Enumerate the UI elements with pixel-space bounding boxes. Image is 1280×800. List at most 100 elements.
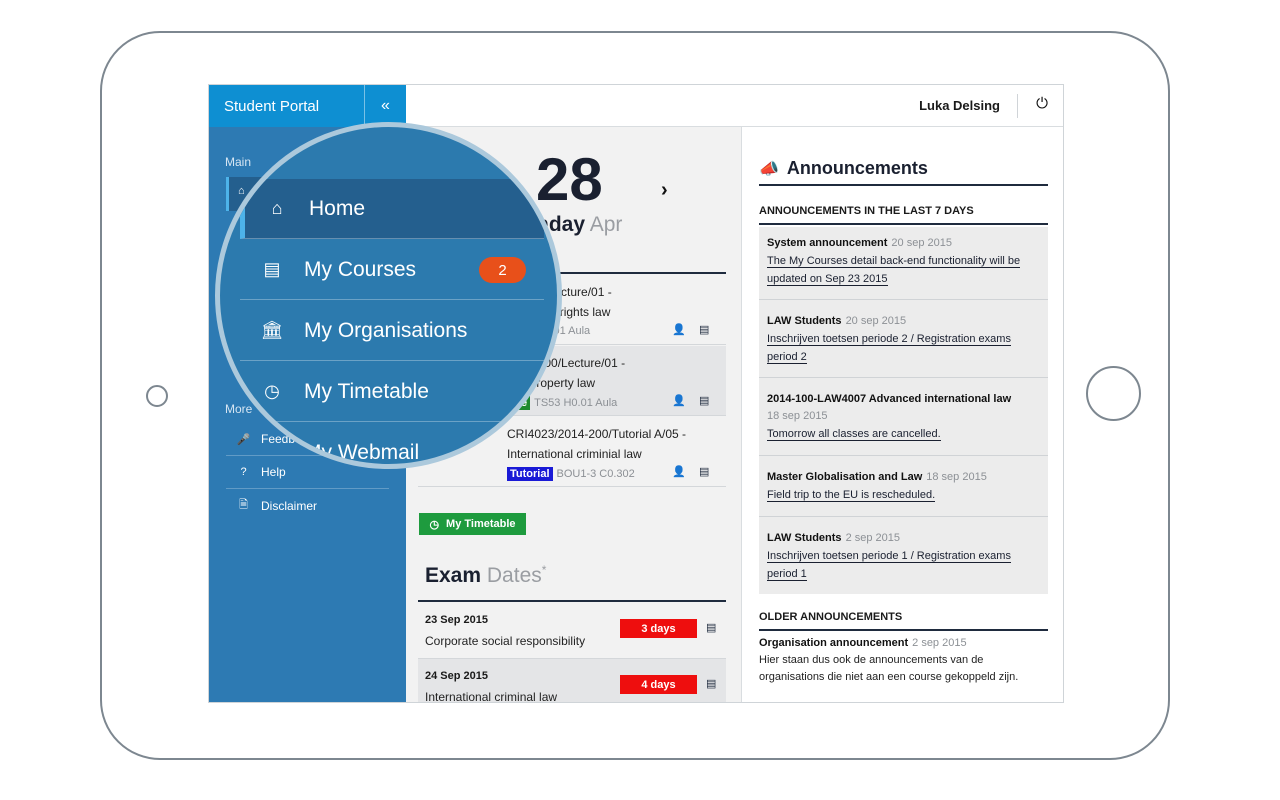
announcements-heading: 📣 Announcements	[759, 158, 928, 179]
older-announcements-heading: OLDER ANNOUNCEMENTS	[759, 611, 903, 623]
announcement-link[interactable]: Field trip to the EU is rescheduled.	[767, 489, 936, 502]
clock-icon: ◷	[429, 518, 440, 531]
exam-date: 23 Sep 2015	[425, 614, 488, 626]
nav-item-my-organisations[interactable]: 🏛 My Organisations	[240, 301, 544, 361]
divider	[759, 455, 1048, 456]
divider	[1017, 94, 1018, 118]
announcement-text: organisations die niet aan een course ge…	[759, 671, 1019, 683]
sidebar-header: Student Portal «	[209, 85, 406, 127]
document-icon: 🗎	[239, 499, 248, 511]
heading-bold: Exam	[425, 564, 482, 587]
announcement-text: Hier staan dus ook de announcements van …	[759, 654, 984, 666]
next-day-chevron-icon[interactable]: ›	[661, 179, 668, 202]
app-title: Student Portal	[224, 97, 320, 115]
nav-item-label: My Webmail	[304, 441, 420, 464]
divider	[759, 377, 1048, 378]
announcement-source: 2014-100-LAW4007 Advanced international …	[767, 393, 1012, 405]
button-label: My Timetable	[446, 518, 516, 530]
megaphone-icon: 📣	[759, 161, 779, 178]
announcement-item[interactable]: Master Globalisation and Law 18 sep 2015 …	[767, 469, 1040, 504]
days-left-badge: 3 days	[620, 619, 697, 638]
question-icon: ?	[240, 466, 247, 478]
asterisk: *	[541, 563, 547, 577]
person-icon[interactable]: 👤	[672, 465, 686, 478]
month: Apr	[589, 213, 623, 236]
announcement-link[interactable]: Tomorrow all classes are cancelled.	[767, 428, 941, 441]
exam-name: Corporate social responsibility	[425, 634, 586, 648]
divider	[759, 299, 1048, 300]
exam-row[interactable]: 23 Sep 2015 Corporate social responsibil…	[418, 603, 726, 659]
nav-item-my-timetable[interactable]: ◷ My Timetable	[240, 362, 544, 422]
person-icon[interactable]: 👤	[672, 394, 686, 407]
exam-row[interactable]: 24 Sep 2015 International criminal law 4…	[418, 659, 726, 703]
announcement-link[interactable]: updated on Sep 23 2015	[767, 273, 888, 286]
section-main-label: Main	[225, 155, 252, 169]
announcement-link[interactable]: The My Courses detail back-end functiona…	[767, 255, 1021, 268]
nav-item-my-webmail[interactable]: My Webmail	[240, 423, 544, 464]
announcement-link[interactable]: Inschrijven toetsen periode 2 / Registra…	[767, 333, 1011, 346]
book-icon[interactable]: ▤	[706, 621, 716, 634]
announcements-panel: 📣 Announcements ANNOUNCEMENTS IN THE LAST…	[741, 127, 1063, 702]
nav-item-home[interactable]: ⌂ Home	[240, 179, 544, 239]
sidebar-item-disclaimer[interactable]: 🗎 Disclaimer	[226, 489, 389, 522]
top-bar: Luka Delsing ⏻	[406, 85, 1063, 127]
divider	[418, 600, 726, 602]
announcement-source: LAW Students	[767, 532, 842, 544]
announcement-source: System announcement	[767, 237, 888, 249]
user-name[interactable]: Luka Delsing	[919, 98, 1000, 113]
announcement-item[interactable]: LAW Students 20 sep 2015 Inschrijven toet…	[767, 313, 1040, 366]
power-icon[interactable]: ⏻	[1036, 95, 1048, 112]
nav-item-label: My Courses	[304, 257, 417, 281]
course-room: BOU1-3 C0.302	[556, 468, 635, 480]
announcement-date: 2 sep 2015	[845, 532, 900, 544]
exam-date: 24 Sep 2015	[425, 670, 488, 682]
announcement-link[interactable]: period 2	[767, 351, 807, 364]
announcement-link[interactable]: period 1	[767, 568, 807, 581]
announcement-source: Organisation announcement	[759, 637, 909, 649]
announcement-link[interactable]: Inschrijven toetsen periode 1 / Registra…	[767, 550, 1011, 563]
book-icon[interactable]: ▤	[699, 323, 709, 336]
book-icon[interactable]: ▤	[699, 465, 709, 478]
sidebar-item-label: Help	[261, 465, 286, 479]
courses-count-badge: 2	[479, 257, 526, 283]
announcement-date: 20 sep 2015	[845, 315, 907, 327]
course-meta: Tutorial BOU1-3 C0.302	[507, 467, 635, 481]
collapse-sidebar-button[interactable]: «	[364, 85, 406, 127]
book-icon: ▤	[263, 259, 281, 279]
nav-item-label: My Timetable	[304, 379, 429, 403]
announcement-date: 18 sep 2015	[767, 410, 828, 422]
announcement-date: 2 sep 2015	[912, 637, 967, 649]
announcement-item[interactable]: Organisation announcement 2 sep 2015 Hier…	[759, 635, 1048, 686]
announcement-source: Master Globalisation and Law	[767, 471, 923, 483]
course-room: TS53 H0.01 Aula	[534, 397, 618, 409]
double-chevron-left-icon: «	[381, 97, 390, 114]
clock-icon: ◷	[264, 381, 280, 401]
tutorial-tag: Tutorial	[507, 467, 553, 481]
nav-item-my-courses[interactable]: ▤ My Courses 2	[240, 240, 544, 300]
institution-icon: 🏛	[260, 320, 284, 340]
announcement-item[interactable]: System announcement 20 sep 2015 The My Co…	[767, 235, 1040, 288]
recent-announcements-heading: ANNOUNCEMENTS IN THE LAST 7 DAYS	[759, 205, 974, 217]
person-icon[interactable]: 👤	[672, 323, 686, 336]
announcement-date: 18 sep 2015	[926, 471, 987, 483]
divider	[759, 516, 1048, 517]
announcement-item[interactable]: LAW Students 2 sep 2015 Inschrijven toets…	[767, 530, 1040, 583]
divider	[759, 223, 1048, 225]
tablet-camera	[146, 385, 168, 407]
days-left-badge: 4 days	[620, 675, 697, 694]
navigation-magnifier: ⌂ Home ▤ My Courses 2 🏛 My Organisations…	[215, 122, 562, 469]
recent-announcements-list: System announcement 20 sep 2015 The My Co…	[759, 227, 1048, 594]
divider	[759, 184, 1048, 186]
my-timetable-button[interactable]: ◷ My Timetable	[419, 513, 526, 535]
heading-text: Announcements	[786, 158, 928, 178]
exam-name: International criminal law	[425, 690, 558, 703]
exam-dates-heading: Exam Dates*	[425, 563, 546, 588]
book-icon[interactable]: ▤	[706, 677, 716, 690]
divider	[759, 629, 1048, 631]
announcement-source: LAW Students	[767, 315, 842, 327]
announcement-item[interactable]: 2014-100-LAW4007 Advanced international …	[767, 391, 1040, 443]
home-icon: ⌂	[271, 198, 283, 218]
sidebar-item-label: Disclaimer	[261, 498, 318, 513]
tablet-home-button[interactable]	[1086, 366, 1141, 421]
book-icon[interactable]: ▤	[699, 394, 709, 407]
